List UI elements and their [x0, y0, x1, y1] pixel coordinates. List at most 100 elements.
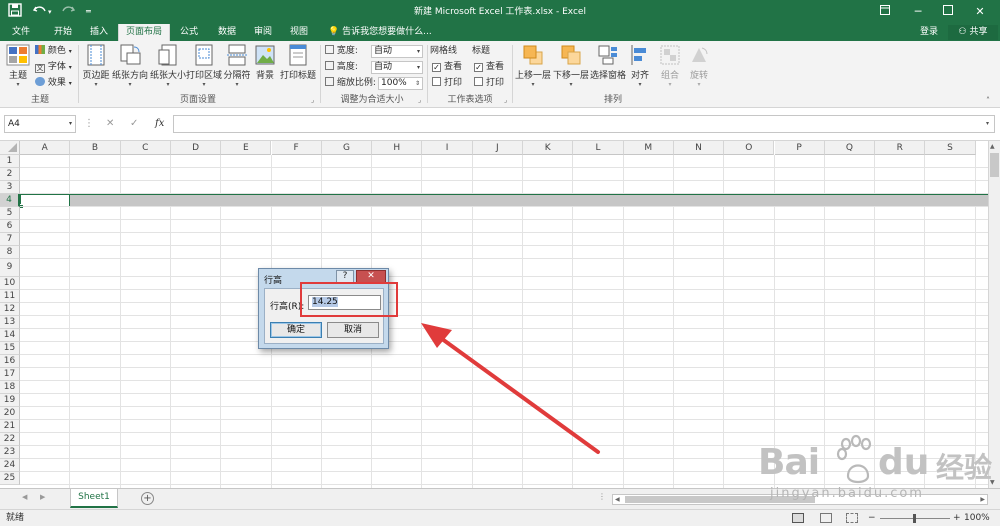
row-header[interactable]: 23	[0, 446, 20, 459]
column-header[interactable]: M	[623, 141, 674, 155]
headings-print-checkbox[interactable]: 打印	[474, 76, 504, 90]
dialog-launcher-icon[interactable]: ⌟	[504, 96, 507, 104]
sign-in-link[interactable]: 登录	[920, 24, 938, 41]
expand-formula-bar-icon[interactable]: ▾	[986, 120, 989, 127]
column-header[interactable]: R	[875, 141, 926, 155]
background-button[interactable]: 背景	[252, 44, 278, 92]
add-sheet-icon[interactable]: +	[141, 492, 154, 505]
tab-split-handle[interactable]: ⋮	[598, 492, 606, 501]
tab-review[interactable]: 审阅	[246, 24, 280, 41]
send-backward-button[interactable]: 下移一层 ▾	[552, 44, 590, 92]
rotate-button[interactable]: 旋转 ▾	[686, 44, 712, 92]
row-header[interactable]: 14	[0, 329, 20, 342]
orientation-button[interactable]: 纸张方向 ▾	[112, 44, 148, 92]
dialog-launcher-icon[interactable]: ⌟	[311, 96, 314, 104]
maximize-icon[interactable]	[936, 2, 960, 22]
row-header[interactable]: 6	[0, 220, 20, 233]
column-header[interactable]: G	[321, 141, 373, 155]
headings-view-checkbox[interactable]: ✓ 查看	[474, 60, 504, 74]
themes-button[interactable]: 主题 ▾	[4, 44, 32, 92]
row-header[interactable]: 10	[0, 277, 20, 290]
select-all-corner[interactable]	[0, 141, 20, 155]
column-header[interactable]: Q	[824, 141, 876, 155]
confirm-entry-icon[interactable]: ✓	[130, 115, 138, 133]
zoom-level[interactable]: 100%	[964, 510, 990, 526]
zoom-slider-thumb[interactable]	[913, 514, 916, 523]
minimize-icon[interactable]: ─	[906, 2, 930, 22]
zoom-out-icon[interactable]: −	[868, 510, 876, 526]
row-header[interactable]: 25	[0, 472, 20, 485]
effects-button[interactable]: 效果 ▾	[35, 76, 72, 90]
size-button[interactable]: 纸张大小 ▾	[150, 44, 186, 92]
row-header[interactable]: 3	[0, 181, 20, 194]
column-header[interactable]: P	[774, 141, 825, 155]
column-header[interactable]: E	[221, 141, 272, 155]
bring-forward-button[interactable]: 上移一层 ▾	[514, 44, 552, 92]
vertical-scroll-thumb[interactable]	[990, 153, 999, 177]
sheet-tab-sheet1[interactable]: Sheet1	[70, 489, 118, 508]
row-header[interactable]: 24	[0, 459, 20, 472]
column-header[interactable]: I	[422, 141, 473, 155]
fonts-button[interactable]: 文 字体 ▾	[35, 60, 72, 74]
column-header[interactable]: O	[724, 141, 775, 155]
row-header[interactable]: 22	[0, 433, 20, 446]
breaks-button[interactable]: 分隔符 ▾	[222, 44, 252, 92]
name-box[interactable]: A4 ▾	[4, 115, 76, 133]
column-header[interactable]: F	[271, 141, 322, 155]
row-header[interactable]: 17	[0, 368, 20, 381]
column-header[interactable]: L	[573, 141, 624, 155]
align-button[interactable]: 对齐 ▾	[628, 44, 652, 92]
column-header[interactable]: S	[925, 141, 976, 155]
cancel-button[interactable]: 取消	[327, 322, 379, 338]
row-header[interactable]: 2	[0, 168, 20, 181]
gridlines-print-checkbox[interactable]: 打印	[432, 76, 462, 90]
tab-formulas[interactable]: 公式	[172, 24, 206, 41]
height-select[interactable]: 自动 ▾	[371, 61, 423, 74]
scroll-up-icon[interactable]: ▲	[990, 143, 995, 150]
row-header[interactable]: 13	[0, 316, 20, 329]
column-header[interactable]: N	[673, 141, 725, 155]
print-titles-button[interactable]: 打印标题	[280, 44, 316, 92]
row-header[interactable]: 4	[0, 194, 20, 207]
row-header[interactable]: 1	[0, 155, 20, 168]
row-header[interactable]: 20	[0, 407, 20, 420]
row-header[interactable]: 18	[0, 381, 20, 394]
scale-spinner[interactable]: 100% ⇕	[378, 77, 423, 90]
next-sheet-icon[interactable]: ▶	[40, 493, 45, 501]
selection-pane-button[interactable]: 选择窗格	[590, 44, 626, 92]
normal-view-icon[interactable]	[792, 513, 804, 523]
print-area-button[interactable]: 打印区域 ▾	[186, 44, 222, 92]
ribbon-display-icon[interactable]	[873, 2, 897, 22]
row-header[interactable]: 19	[0, 394, 20, 407]
row-header[interactable]: 21	[0, 420, 20, 433]
margins-button[interactable]: 页边距 ▾	[80, 44, 112, 92]
zoom-in-icon[interactable]: +	[953, 510, 961, 526]
tell-me-box[interactable]: 💡 告诉我您想要做什么...	[328, 24, 432, 41]
group-button[interactable]: 组合 ▾	[656, 44, 684, 92]
tab-page-layout[interactable]: 页面布局	[118, 24, 170, 41]
page-break-view-icon[interactable]	[846, 513, 858, 523]
prev-sheet-icon[interactable]: ◀	[22, 493, 27, 501]
column-header[interactable]: J	[472, 141, 523, 155]
row-header[interactable]: 12	[0, 303, 20, 316]
column-header[interactable]: H	[372, 141, 423, 155]
tab-home[interactable]: 开始	[46, 24, 80, 41]
page-layout-view-icon[interactable]	[820, 513, 832, 523]
column-header[interactable]: K	[523, 141, 574, 155]
colors-button[interactable]: 颜色 ▾	[35, 44, 72, 58]
width-select[interactable]: 自动 ▾	[371, 45, 423, 58]
share-button[interactable]: ⚇ 共享	[948, 25, 998, 40]
ok-button[interactable]: 确定	[270, 322, 322, 338]
tab-file[interactable]: 文件	[4, 24, 38, 41]
collapse-ribbon-icon[interactable]: ˄	[986, 96, 990, 105]
insert-function-icon[interactable]: fx	[155, 115, 164, 133]
formula-input[interactable]	[173, 115, 995, 133]
row-header[interactable]: 11	[0, 290, 20, 303]
column-header[interactable]: B	[70, 141, 121, 155]
row-header[interactable]: 5	[0, 207, 20, 220]
column-header[interactable]: D	[170, 141, 222, 155]
scroll-left-icon[interactable]: ◀	[615, 495, 620, 504]
row-header[interactable]: 8	[0, 246, 20, 259]
tab-data[interactable]: 数据	[210, 24, 244, 41]
row-header[interactable]: 9	[0, 259, 20, 277]
